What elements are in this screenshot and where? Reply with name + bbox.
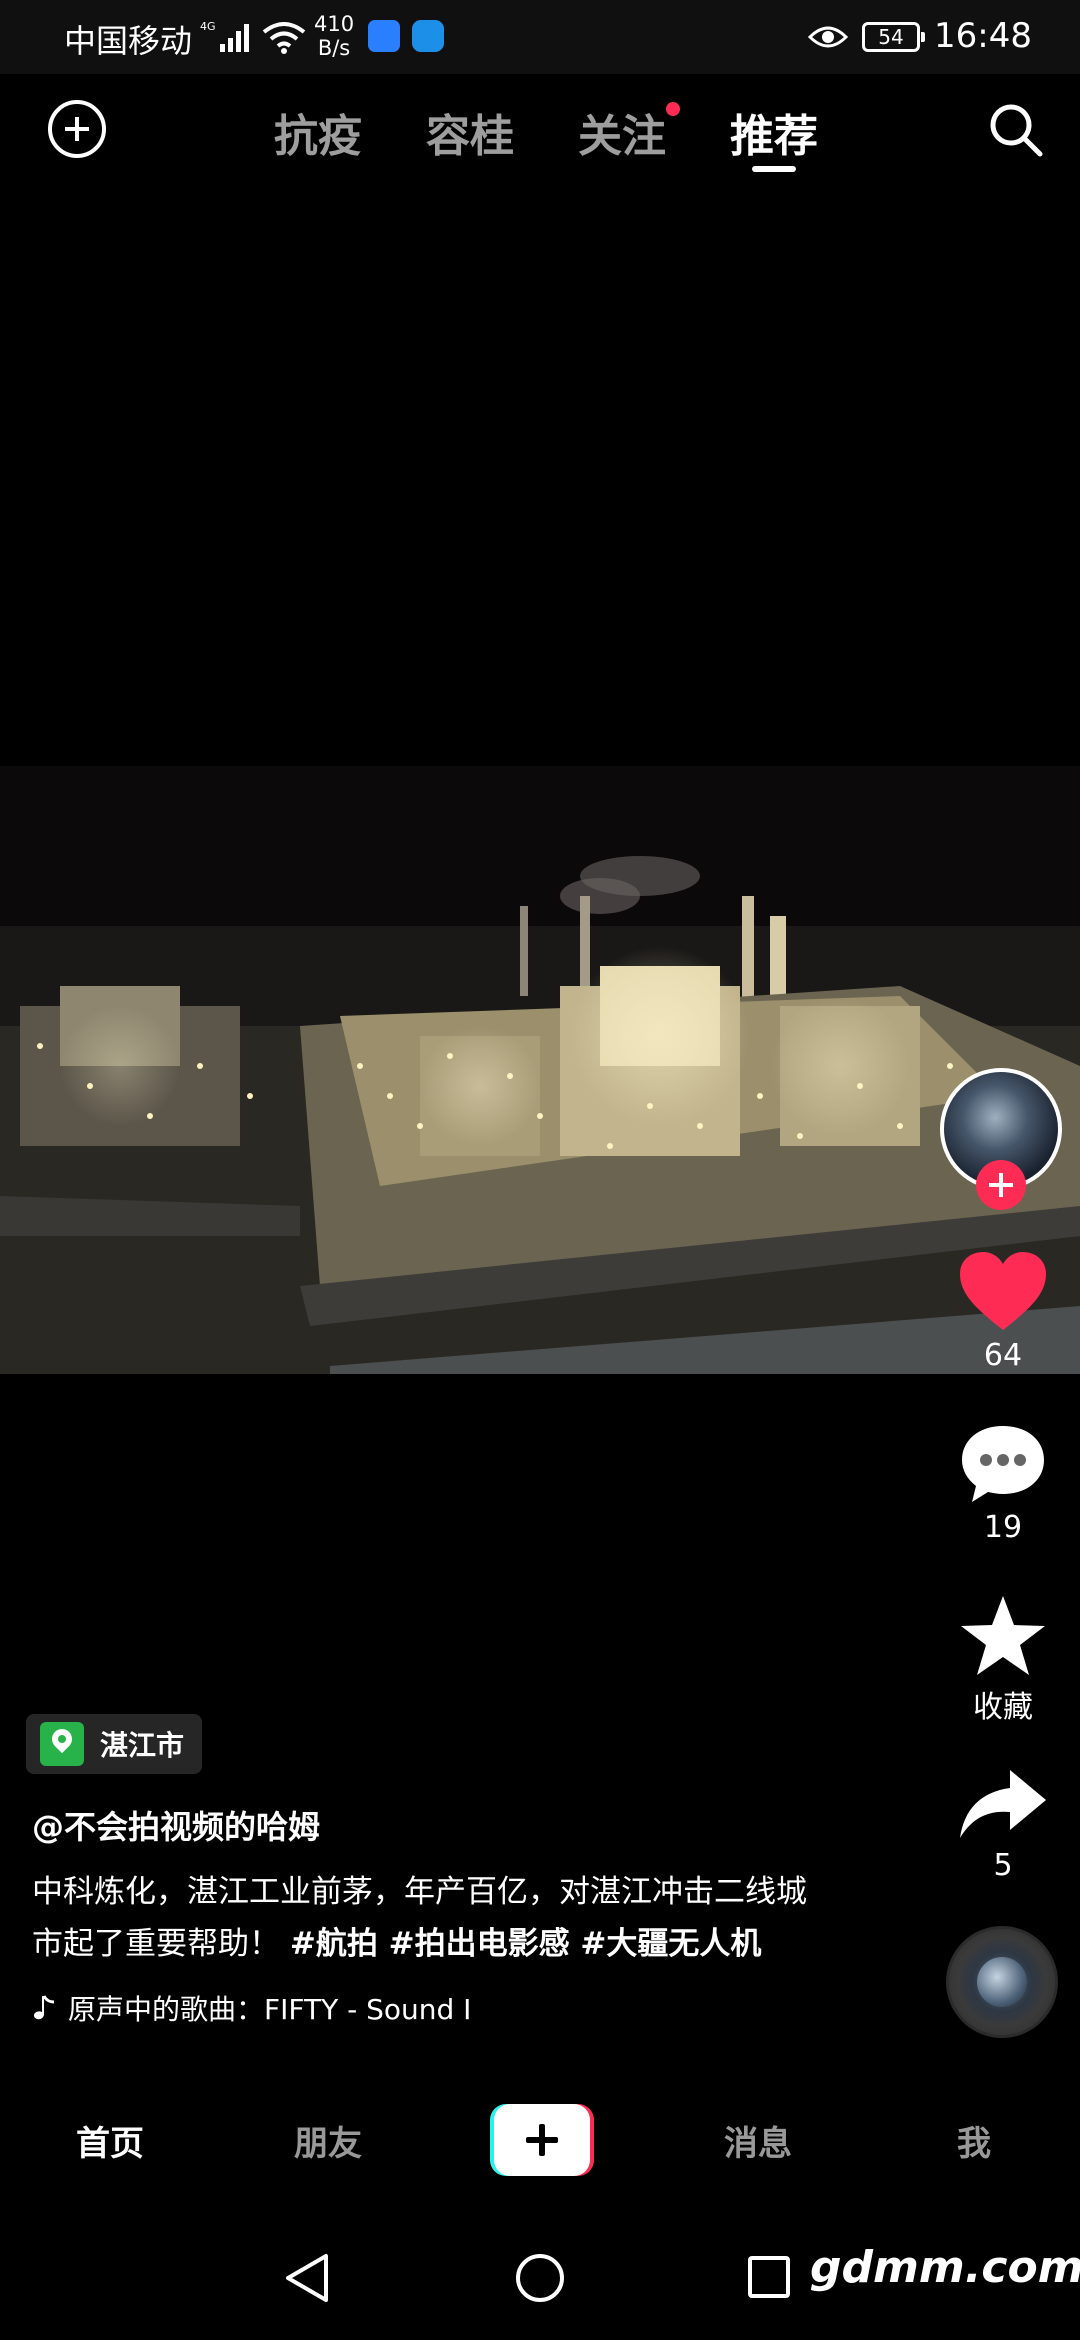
bottom-nav: 首页 朋友 消息 我	[0, 2080, 1080, 2200]
app-notification-icon	[368, 20, 400, 52]
nav-friends[interactable]: 朋友	[248, 2116, 408, 2165]
wifi-icon	[262, 22, 306, 54]
share-count: 5	[993, 1848, 1013, 1883]
tab-recommended[interactable]: 推荐	[730, 100, 818, 164]
eye-comfort-icon	[808, 26, 848, 48]
home-icon[interactable]	[516, 2254, 564, 2302]
hashtags[interactable]: #航拍 #拍出电影感 #大疆无人机	[290, 1926, 762, 1962]
active-tab-indicator	[752, 166, 796, 172]
video-player[interactable]	[0, 766, 1080, 1374]
star-icon[interactable]	[958, 1594, 1048, 1678]
network-speed: 410 B/s	[314, 12, 354, 60]
tab-antiepidemic[interactable]: 抗疫	[274, 100, 362, 164]
douyin-feed-screen: 中国移动 4G 410 B/s 54 16:48 抗疫 容桂 关注 推荐 64 …	[0, 0, 1080, 2340]
video-frame-image	[0, 766, 1080, 1374]
music-note-icon	[33, 1995, 55, 2020]
comment-icon[interactable]	[958, 1422, 1048, 1506]
author-name[interactable]: @不会拍视频的哈姆	[32, 1802, 320, 1848]
video-description: 中科炼化，湛江工业前茅，年产百亿，对湛江冲击二线城市起了重要帮助！ #航拍 #拍…	[32, 1866, 832, 1970]
search-icon[interactable]	[986, 100, 1046, 160]
music-info[interactable]: 原声中的歌曲：FIFTY - Sound I	[32, 1988, 471, 2028]
music-cover	[977, 1957, 1027, 2007]
like-count: 64	[983, 1338, 1023, 1373]
share-icon[interactable]	[958, 1764, 1048, 1848]
signal-icon: 4G	[200, 20, 249, 52]
follow-button[interactable]	[976, 1160, 1026, 1210]
carrier-label: 中国移动	[64, 22, 193, 60]
location-pin-icon	[40, 1722, 84, 1766]
recent-apps-icon[interactable]	[748, 2256, 790, 2298]
favorite-label: 收藏	[973, 1690, 1033, 1725]
music-title: 原声中的歌曲：FIFTY - Sound I	[68, 1993, 472, 2026]
heart-icon[interactable]	[958, 1250, 1048, 1334]
watermark: gdmm.com	[810, 2242, 1080, 2293]
location-tag[interactable]: 湛江市	[26, 1714, 203, 1774]
back-icon[interactable]	[284, 2252, 332, 2304]
network-speed-value: 410	[314, 12, 355, 36]
tab-ronggui[interactable]: 容桂	[426, 100, 514, 164]
music-disc-icon[interactable]	[946, 1926, 1058, 2038]
status-bar: 中国移动 4G 410 B/s 54 16:48	[0, 0, 1080, 74]
app-notification-icon-2	[412, 20, 444, 52]
nav-me[interactable]: 我	[894, 2116, 1054, 2165]
nav-home[interactable]: 首页	[30, 2116, 190, 2165]
tab-following[interactable]: 关注	[578, 100, 666, 164]
network-speed-unit: B/s	[317, 36, 351, 60]
battery-indicator: 54	[862, 22, 925, 52]
clock: 16:48	[934, 16, 1032, 56]
notification-dot	[666, 102, 680, 116]
svg-text:4G: 4G	[200, 20, 216, 33]
location-label: 湛江市	[100, 1729, 185, 1762]
add-icon[interactable]	[48, 100, 106, 158]
comment-count: 19	[983, 1510, 1023, 1545]
nav-messages[interactable]: 消息	[678, 2116, 838, 2165]
plus-icon	[494, 2104, 590, 2176]
create-button[interactable]	[490, 2104, 594, 2176]
system-nav-bar: gdmm.com	[0, 2200, 1080, 2340]
top-nav: 抗疫 容桂 关注 推荐	[0, 74, 1080, 184]
